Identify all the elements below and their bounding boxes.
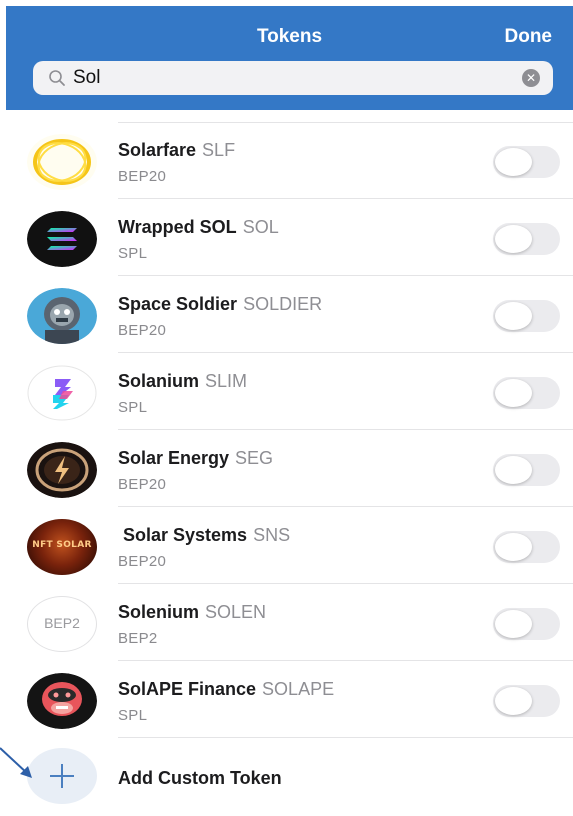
solar-energy-logo-icon (27, 442, 97, 498)
token-symbol: SOLAPE (262, 679, 335, 699)
token-row: Solar Energy SEG BEP20 (0, 430, 573, 507)
solana-logo-icon (27, 211, 97, 267)
token-name: Solarfare (118, 140, 197, 160)
add-custom-token-button[interactable]: Add Custom Token (0, 740, 573, 816)
token-title: Solanium SLIM (118, 371, 247, 392)
token-network: SPL (118, 245, 148, 262)
token-symbol: SNS (253, 525, 291, 545)
search-input[interactable] (73, 64, 513, 92)
search-bar[interactable]: ✕ (33, 61, 553, 95)
toggle-knob (495, 148, 532, 176)
solanium-logo-icon (27, 365, 97, 421)
token-toggle[interactable] (493, 223, 560, 255)
token-title: Wrapped SOL SOL (118, 217, 279, 238)
toggle-knob (495, 225, 532, 253)
add-custom-token-label: Add Custom Token (118, 768, 282, 788)
token-title: Solar Energy SEG (118, 448, 273, 469)
token-title: Solarfare SLF (118, 140, 235, 161)
toggle-knob (495, 379, 532, 407)
toggle-knob (495, 610, 532, 638)
toggle-knob (495, 533, 532, 561)
token-network: BEP20 (118, 553, 167, 570)
bep2-placeholder-logo-icon: BEP2 (27, 596, 97, 652)
token-row: Wrapped SOL SOL SPL (0, 199, 573, 276)
token-row: SolAPE Finance SOLAPE SPL (0, 661, 573, 738)
token-toggle[interactable] (493, 146, 560, 178)
token-network: BEP20 (118, 168, 167, 185)
token-name: Solar Energy (118, 448, 230, 468)
token-row: NFT SOLAR Solar Systems SNS BEP20 (0, 507, 573, 584)
solape-logo-icon (27, 673, 97, 729)
token-symbol: SLIM (205, 371, 248, 391)
token-network: BEP2 (118, 630, 158, 647)
annotation-arrow-icon (0, 747, 32, 778)
page-title: Tokens (256, 26, 323, 47)
token-toggle[interactable] (493, 685, 560, 717)
solarfare-logo-icon (27, 134, 97, 190)
token-symbol: SLF (202, 140, 236, 160)
toggle-knob (495, 456, 532, 484)
token-toggle[interactable] (493, 454, 560, 486)
nav-header: Tokens Done ✕ (6, 6, 573, 110)
token-row: BEP2 Solenium SOLEN BEP2 (0, 584, 573, 661)
token-symbol: SEG (235, 448, 274, 468)
token-symbol: SOL (242, 217, 279, 237)
token-network: BEP20 (118, 476, 167, 493)
token-name: Solanium (118, 371, 200, 391)
clear-search-icon[interactable]: ✕ (522, 69, 540, 87)
token-symbol: SOLEN (205, 602, 267, 622)
token-symbol: SOLDIER (243, 294, 323, 314)
token-network: SPL (118, 707, 148, 724)
token-toggle[interactable] (493, 377, 560, 409)
token-toggle[interactable] (493, 531, 560, 563)
token-list: SolarfareSLF BEP20 Wrapped SOLSOL SPL (0, 122, 573, 738)
logo-text: NFT SOLAR (32, 540, 92, 550)
token-name: Solar Systems (123, 525, 248, 545)
token-row: Solarfare SLF BEP20 (0, 122, 573, 199)
token-toggle[interactable] (493, 300, 560, 332)
toggle-knob (495, 687, 532, 715)
solar-systems-logo-icon: NFT SOLAR (27, 519, 97, 575)
token-row: Space Soldier SOLDIER BEP20 (0, 276, 573, 353)
token-title: Solar Systems SNS (123, 525, 290, 546)
token-name: Wrapped SOL (118, 217, 237, 237)
token-title: SolAPE Finance SOLAPE (118, 679, 334, 700)
space-soldier-logo-icon (27, 288, 97, 344)
token-name: Solenium (118, 602, 200, 622)
divider (118, 737, 573, 738)
token-toggle[interactable] (493, 608, 560, 640)
token-name: Space Soldier (118, 294, 238, 314)
token-network: SPL (118, 399, 148, 416)
search-icon (48, 69, 66, 92)
toggle-knob (495, 302, 532, 330)
token-name: SolAPE Finance (118, 679, 257, 699)
token-title: Space Soldier SOLDIER (118, 294, 322, 315)
done-button[interactable]: Done (505, 26, 553, 48)
token-row: Solanium SLIM SPL (0, 353, 573, 430)
token-network: BEP20 (118, 322, 167, 339)
logo-text: BEP2 (44, 615, 80, 631)
token-title: Solenium SOLEN (118, 602, 266, 623)
